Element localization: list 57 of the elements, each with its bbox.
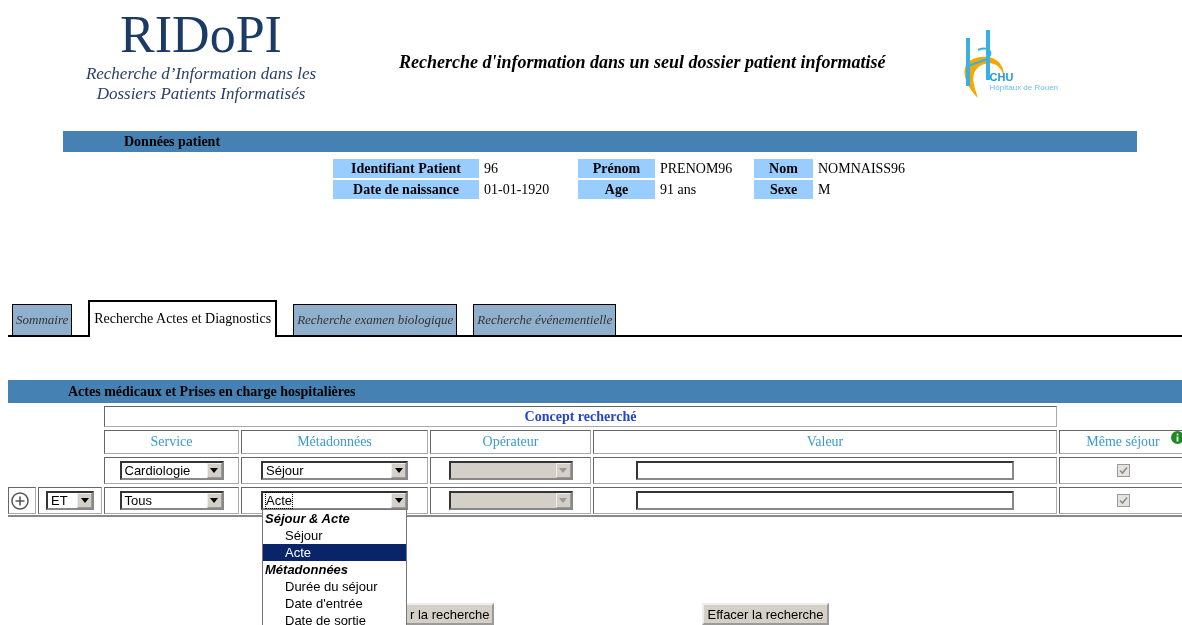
patient-data-heading: Données patient (124, 134, 221, 149)
field-value: 01-01-1920 (483, 181, 551, 199)
field-label: Prénom (578, 159, 655, 178)
caret-icon (80, 498, 89, 503)
info-icon[interactable] (1171, 431, 1182, 444)
caret-icon (559, 468, 567, 473)
logo-title: RIDoPI (120, 6, 282, 64)
dropdown-option[interactable]: Durée du séjour (263, 578, 406, 595)
dropdown-option[interactable]: Séjour (263, 527, 406, 544)
column-header: Même séjour (1059, 430, 1182, 454)
service-select[interactable]: Cardiologie (119, 461, 224, 480)
tab[interactable]: Recherche examen biologique (293, 304, 458, 335)
field-label: Nom (754, 159, 813, 178)
field-label: Date de naissance (333, 180, 479, 199)
column-header: Valeur (593, 430, 1057, 454)
add-row-icon[interactable] (11, 491, 29, 510)
field-label: Age (578, 180, 655, 199)
tab[interactable]: Recherche événementielle (473, 304, 617, 335)
caret-icon (394, 498, 403, 503)
caret-icon (394, 468, 403, 473)
logo-chu-text: CHU (989, 71, 1015, 83)
field-label: Identifiant Patient (333, 159, 479, 178)
page-title: Recherche d'information dans un seul dossier patient informatisé (399, 52, 886, 74)
dropdown-option[interactable]: Acte (263, 544, 406, 561)
field-value: PRENOM96 (659, 160, 734, 178)
service-select[interactable]: Tous (119, 491, 224, 510)
same-stay-checkbox[interactable] (1116, 494, 1130, 507)
field-value: NOMNAISS96 (817, 160, 907, 178)
column-header: Service (104, 430, 239, 454)
value-input-field[interactable] (636, 491, 1014, 510)
column-header: Opérateur (430, 430, 591, 454)
tab[interactable]: Sommaire (12, 304, 73, 335)
option-group-label: Séjour & Acte (264, 510, 351, 527)
value-input-field[interactable] (636, 461, 1014, 480)
logo-subtitle: Recherche d’Information dans les (85, 64, 317, 84)
field-value: 91 ans (659, 181, 698, 199)
field-value: 96 (483, 160, 499, 178)
logo-hospital-name: Hôpitaux de Rouen (989, 83, 1059, 92)
dropdown-option[interactable]: Date d'entrée (263, 595, 406, 612)
concept-header: Concept recherché (104, 406, 1057, 427)
dropdown-option[interactable]: Date de sortie (263, 612, 406, 625)
metadata-select[interactable]: Séjour (261, 461, 408, 480)
caret-icon (210, 498, 218, 503)
metadata-select[interactable]: Acte (261, 491, 408, 510)
caret-icon (559, 498, 567, 503)
same-stay-checkbox[interactable] (1116, 464, 1130, 477)
field-label: Sexe (754, 180, 813, 199)
caret-icon (210, 468, 218, 473)
search-action-button[interactable]: r la recherche (405, 603, 495, 625)
tab[interactable]: Recherche Actes et Diagnostics (88, 300, 278, 337)
search-action-button[interactable]: Effacer la recherche (702, 603, 829, 625)
logo-subtitle: Dossiers Patients Informatisés (96, 84, 306, 104)
option-group-label: Métadonnées (264, 561, 350, 578)
section-title: Actes médicaux et Prises en charge hospitalières (68, 384, 356, 399)
field-value: M (817, 181, 832, 199)
connector-select[interactable]: ET (46, 491, 94, 510)
column-header: Métadonnées (241, 430, 428, 454)
